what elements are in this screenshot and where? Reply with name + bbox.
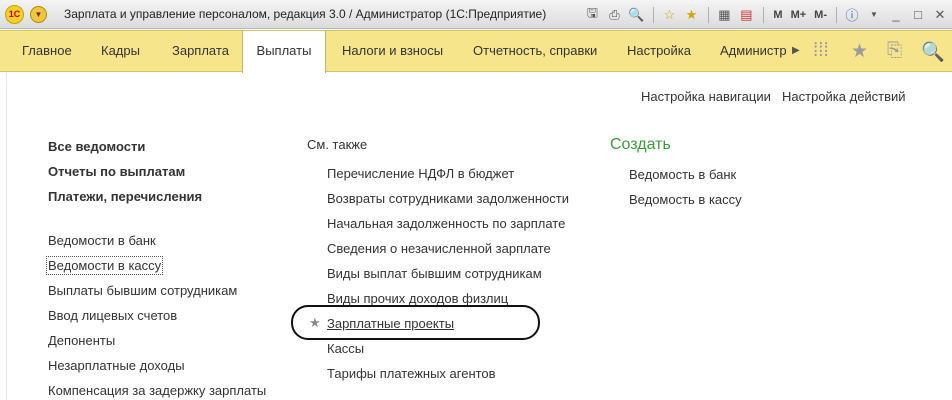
titlebar-toolbar: 🖫 ⎙ 🔍 ☆ ★ ▦ ▤ M M+ M- ⓘ ▼ _ □ ✕ [582, 4, 952, 25]
list-item[interactable]: Компенсация за задержку зарплаты [48, 383, 266, 398]
history-icon[interactable]: ⎘ [887, 40, 902, 62]
tab-payments[interactable]: Выплаты [242, 31, 326, 73]
save-icon[interactable]: 🖫 [582, 5, 602, 24]
tab-reports[interactable]: Отчетность, справки [473, 31, 597, 71]
action-settings-link[interactable]: Настройка действий [782, 89, 906, 104]
tabs-scroll-right-icon[interactable]: ▶ [792, 45, 800, 56]
calculator-icon[interactable]: ▦ [714, 6, 734, 24]
list-item[interactable]: Ведомости в кассу [45, 256, 164, 275]
list-item[interactable]: Сведения о незачисленной зарплате [327, 241, 551, 256]
payments-transfers-link[interactable]: Платежи, перечисления [48, 189, 202, 204]
list-item[interactable]: Незарплатные доходы [48, 358, 185, 373]
list-item[interactable]: Виды выплат бывшим сотрудникам [327, 266, 542, 281]
print-icon[interactable]: ⎙ [604, 6, 624, 24]
list-item[interactable]: Выплаты бывшим сотрудникам [48, 283, 237, 298]
toolbar-separator [653, 6, 655, 23]
list-item[interactable]: Ввод лицевых счетов [48, 308, 177, 323]
section-panel: Главное Кадры Зарплата Выплаты Налоги и … [0, 30, 952, 73]
list-item[interactable]: Ведомость в кассу [629, 192, 742, 207]
tab-personnel[interactable]: Кадры [101, 31, 140, 71]
list-item[interactable]: Начальная задолженность по зарплате [327, 216, 565, 231]
list-item[interactable]: Ведомости в банк [48, 233, 156, 248]
window-titlebar: 1С ▼ Зарплата и управление персоналом, р… [0, 0, 952, 29]
favorites-star-icon[interactable]: ★ [851, 40, 868, 63]
tab-settings[interactable]: Настройка [627, 31, 691, 71]
main-menu-button[interactable]: ▼ [30, 6, 47, 23]
highlight-ellipse [291, 305, 540, 340]
see-also-header: См. также [307, 137, 368, 152]
maximize-icon[interactable]: □ [908, 6, 928, 24]
list-item[interactable]: Депоненты [48, 333, 115, 348]
info-icon[interactable]: ⓘ [842, 6, 862, 24]
chevron-down-icon[interactable]: ▼ [864, 6, 884, 24]
tab-administration[interactable]: Администр [720, 31, 787, 71]
create-header: Создать [610, 136, 671, 153]
list-item[interactable]: Перечисление НДФЛ в бюджет [327, 166, 514, 181]
toolbar-separator [708, 6, 710, 23]
favorites-icon[interactable]: ★ [681, 6, 701, 24]
tab-main[interactable]: Главное [22, 31, 72, 71]
list-item[interactable]: Кассы [327, 341, 364, 356]
list-item[interactable]: Возвраты сотрудниками задолженности [327, 191, 569, 206]
memory-button[interactable]: M [773, 9, 782, 21]
preview-icon[interactable]: 🔍 [626, 6, 646, 24]
list-item[interactable]: Виды прочих доходов физлиц [327, 291, 508, 306]
calendar-icon[interactable]: ▤ [736, 6, 756, 24]
close-icon[interactable]: ✕ [930, 6, 950, 24]
1c-logo-icon: 1С [5, 5, 24, 24]
navigation-settings-link[interactable]: Настройка навигации [641, 89, 771, 104]
all-functions-grid-icon[interactable]: ⁞⁞⁞ [813, 40, 829, 62]
add-favorite-icon[interactable]: ☆ [659, 6, 679, 24]
list-item[interactable]: Ведомость в банк [629, 167, 736, 182]
toolbar-separator [763, 6, 765, 23]
memory-plus-button[interactable]: M+ [791, 9, 807, 21]
memory-minus-button[interactable]: M- [814, 9, 827, 21]
list-item[interactable]: Тарифы платежных агентов [327, 366, 496, 381]
tab-salary[interactable]: Зарплата [172, 31, 229, 71]
toolbar-separator [836, 6, 837, 23]
payment-reports-link[interactable]: Отчеты по выплатам [48, 164, 185, 179]
search-icon[interactable]: 🔍 [921, 40, 945, 64]
window-title: Зарплата и управление персоналом, редакц… [64, 7, 547, 21]
minimize-icon[interactable]: _ [886, 6, 906, 24]
all-statements-link[interactable]: Все ведомости [48, 139, 145, 154]
tab-taxes[interactable]: Налоги и взносы [342, 31, 443, 71]
